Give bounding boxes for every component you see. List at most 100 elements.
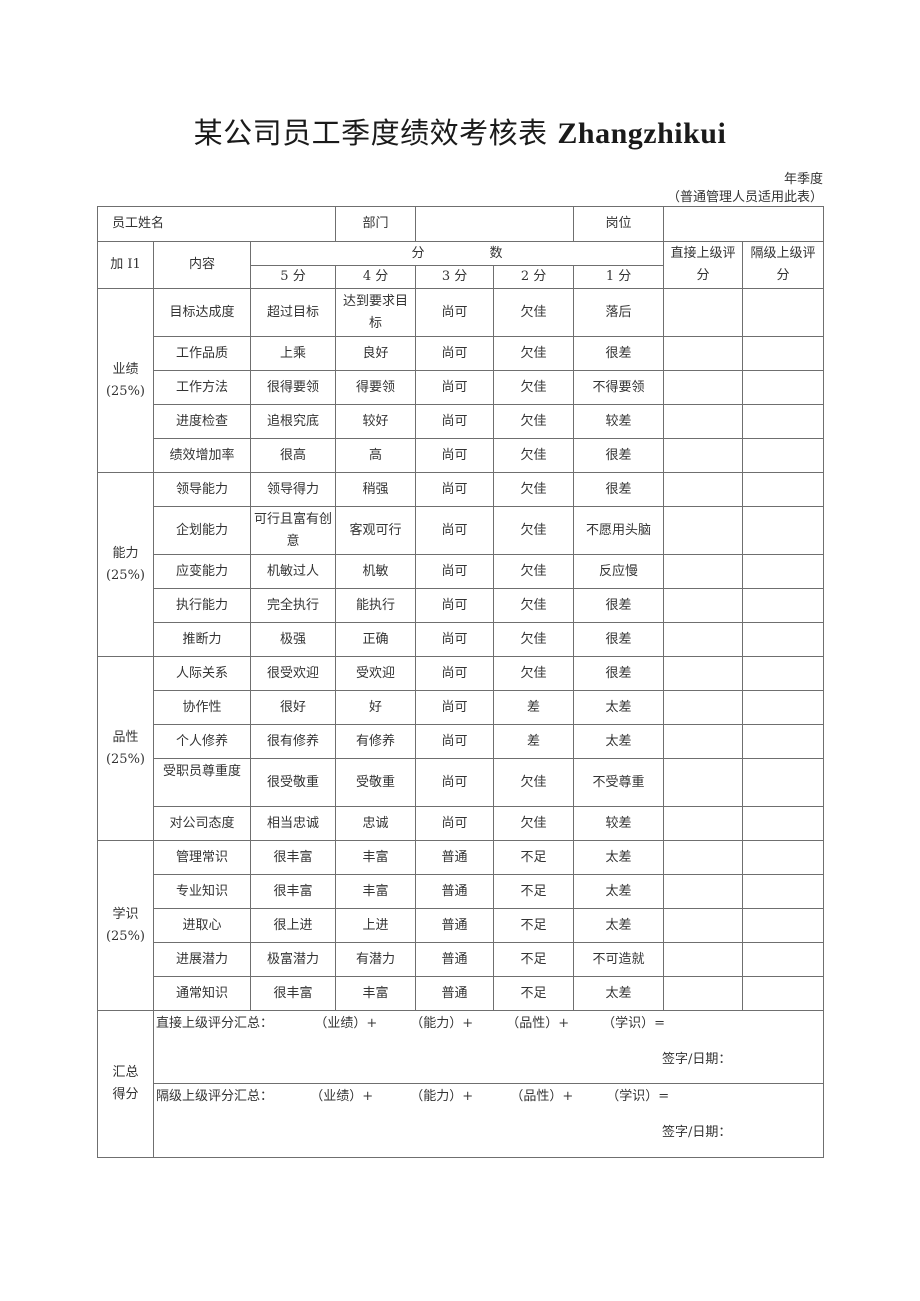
score-2-descriptor: 欠佳 [493, 404, 575, 439]
direct-supervisor-score-field[interactable] [663, 588, 744, 623]
score-2-descriptor: 欠佳 [493, 656, 575, 691]
skip-supervisor-score-field[interactable] [742, 758, 825, 807]
skip-supervisor-score-field[interactable] [742, 840, 825, 875]
skip-supervisor-score-field[interactable] [742, 724, 825, 759]
criteria-content: 企划能力 [153, 506, 251, 555]
criteria-content: 执行能力 [153, 588, 251, 623]
skip-supervisor-score-field[interactable] [742, 622, 825, 657]
score-5-descriptor: 领导得力 [249, 472, 337, 507]
criteria-content: 工作方法 [153, 370, 251, 405]
direct-supervisor-score-field[interactable] [663, 942, 744, 977]
direct-supervisor-score-field[interactable] [663, 758, 744, 807]
score-4-descriptor: 丰富 [335, 840, 417, 875]
category-cell: 业绩 (25%) [97, 288, 154, 473]
skip-supervisor-score-field[interactable] [742, 588, 825, 623]
criteria-content: 进取心 [153, 908, 251, 943]
skip-supervisor-score-field[interactable] [742, 506, 825, 555]
direct-supervisor-score-field[interactable] [663, 336, 744, 371]
skip-summary-cell[interactable]: 隔级上级评分汇总： （业绩）+ （能力）+ （品性）+ （学识）= 签字/日期： [152, 1083, 825, 1158]
skip-supervisor-score-field[interactable] [742, 370, 825, 405]
category-name: 能力 [112, 545, 139, 561]
score-2-descriptor: 欠佳 [493, 806, 575, 841]
criteria-content: 应变能力 [153, 554, 251, 589]
score-3-descriptor: 尚可 [415, 554, 495, 589]
score-2-header: 2 分 [493, 265, 575, 289]
score-4-descriptor: 稍强 [335, 472, 417, 507]
employee-info-row: 员工姓名 部门 岗位 [96, 206, 825, 242]
skip-supervisor-score-field[interactable] [742, 472, 825, 507]
direct-supervisor-score-field[interactable] [663, 908, 744, 943]
score-4-descriptor: 客观可行 [335, 506, 417, 555]
score-1-descriptor: 反应慢 [573, 554, 665, 589]
position-label: 岗位 [573, 206, 665, 242]
direct-supervisor-score-field[interactable] [663, 724, 744, 759]
position-field[interactable] [663, 206, 825, 242]
score-5-header: 5 分 [249, 265, 337, 289]
score-1-descriptor: 不愿用头脑 [573, 506, 665, 555]
employee-name-cell[interactable]: 员工姓名 [96, 206, 337, 242]
skip-supervisor-score-field[interactable] [742, 404, 825, 439]
direct-supervisor-score-field[interactable] [663, 472, 744, 507]
criteria-content: 推断力 [153, 622, 251, 657]
category-weight: (25%) [105, 928, 146, 944]
score-1-descriptor: 不得要领 [573, 370, 665, 405]
direct-supervisor-score-field[interactable] [663, 656, 744, 691]
criteria-row: 能力 (25%) 领导能力 领导得力 稍强 尚可 欠佳 很差 [97, 472, 825, 657]
direct-summary-cell[interactable]: 直接上级评分汇总： （业绩）+ （能力）+ （品性）+ （学识）= 签字/日期： [152, 1010, 825, 1084]
skip-supervisor-score-field[interactable] [742, 656, 825, 691]
item-header: 加 I1 [97, 241, 154, 289]
score-1-descriptor: 太差 [573, 690, 665, 725]
score-5-descriptor: 相当忠诚 [249, 806, 337, 841]
direct-supervisor-score-field[interactable] [663, 690, 744, 725]
score-5-descriptor: 追根究底 [249, 404, 337, 439]
score-2-descriptor: 差 [493, 724, 575, 759]
score-3-descriptor: 尚可 [415, 472, 495, 507]
criteria-row: 绩效增加率 很高高尚可 欠佳 很差 [98, 438, 825, 473]
score-4-descriptor: 得要领 [335, 370, 417, 405]
score-2-descriptor: 欠佳 [493, 472, 575, 507]
score-5-descriptor: 上乘 [249, 336, 337, 371]
summary-label-line1: 汇总 [112, 1065, 139, 1080]
category-weight: (25%) [105, 751, 146, 767]
skip-supervisor-score-field[interactable] [742, 554, 825, 589]
department-field[interactable] [415, 206, 575, 242]
direct-supervisor-score-field[interactable] [663, 554, 744, 589]
skip-supervisor-score-field[interactable] [742, 288, 825, 337]
skip-supervisor-score-field[interactable] [742, 908, 825, 943]
direct-supervisor-score-field[interactable] [663, 438, 744, 473]
skip-supervisor-score-field[interactable] [742, 438, 825, 473]
score-5-descriptor: 很得要领 [249, 370, 337, 405]
direct-supervisor-score-field[interactable] [663, 404, 744, 439]
score-2-descriptor: 不足 [493, 840, 575, 875]
score-2-descriptor: 欠佳 [493, 438, 575, 473]
score-2-descriptor: 欠佳 [493, 758, 575, 807]
skip-supervisor-score-field[interactable] [742, 874, 825, 909]
score-3-descriptor: 尚可 [415, 656, 495, 691]
direct-supervisor-score-field[interactable] [663, 806, 744, 841]
direct-supervisor-score-field[interactable] [663, 976, 744, 1011]
score-2-descriptor: 不足 [493, 942, 575, 977]
score-4-descriptor: 较好 [335, 404, 417, 439]
category-weight: (25%) [105, 383, 146, 399]
skip-supervisor-score-field[interactable] [742, 942, 825, 977]
score-3-descriptor: 尚可 [415, 370, 495, 405]
direct-supervisor-score-field[interactable] [663, 874, 744, 909]
direct-supervisor-score-field[interactable] [663, 506, 744, 555]
direct-supervisor-score-field[interactable] [663, 622, 744, 657]
skip-supervisor-score-field[interactable] [742, 806, 825, 841]
direct-supervisor-score-field[interactable] [663, 370, 744, 405]
direct-supervisor-score-field[interactable] [663, 840, 744, 875]
department-label: 部门 [335, 206, 417, 242]
direct-supervisor-score-field[interactable] [663, 288, 744, 337]
skip-supervisor-score-field[interactable] [742, 336, 825, 371]
score-2-descriptor: 欠佳 [493, 506, 575, 555]
skip-supervisor-score-field[interactable] [742, 976, 825, 1011]
criteria-content: 对公司态度 [153, 806, 251, 841]
score-5-descriptor: 机敏过人 [249, 554, 337, 589]
criteria-row: 执行能力 完全执行 能执行 尚可 欠佳 很差 [98, 588, 825, 623]
skip-supervisor-score-field[interactable] [742, 690, 825, 725]
skip-signature-label: 签字/日期： [662, 1125, 732, 1140]
score-2-descriptor: 欠佳 [493, 288, 575, 337]
category-name: 业绩 [112, 361, 139, 377]
score-5-descriptor: 很好 [249, 690, 337, 725]
